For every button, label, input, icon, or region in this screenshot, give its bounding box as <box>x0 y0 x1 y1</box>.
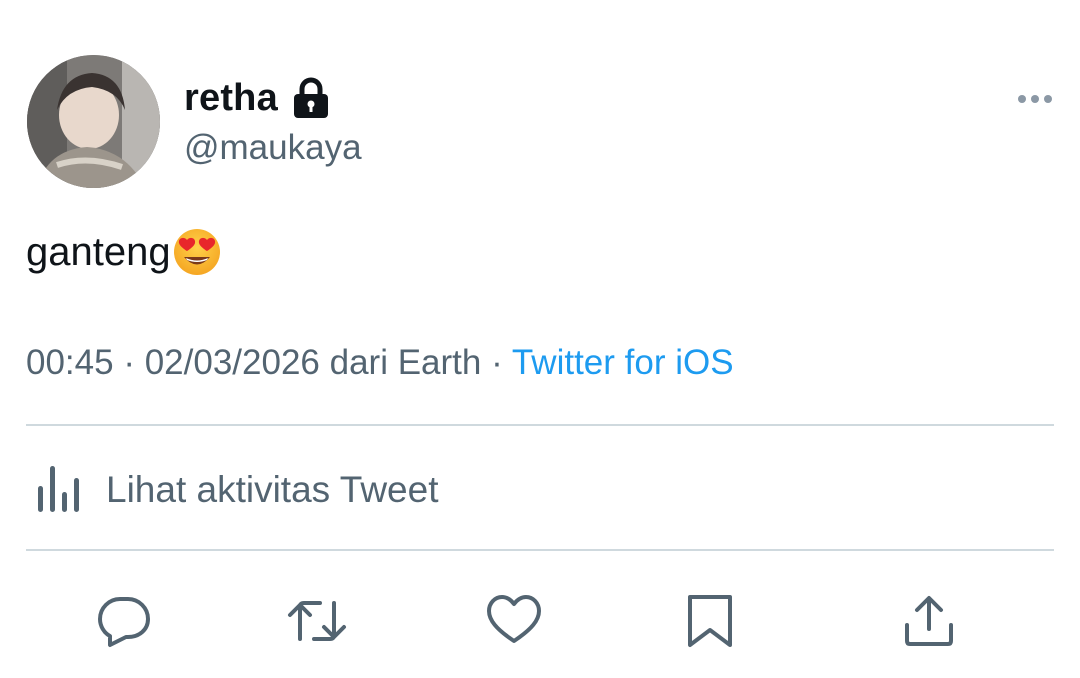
meta-separator: · <box>123 343 135 382</box>
retweet-button[interactable] <box>286 593 346 649</box>
heart-eyes-emoji-icon <box>172 227 222 277</box>
tweet-meta: 00:45 · 02/03/2026 dari Earth · Twitter … <box>26 342 734 384</box>
reply-icon <box>96 593 152 649</box>
activity-label: Lihat aktivitas Tweet <box>106 469 439 510</box>
tweet-text: ganteng <box>26 226 222 278</box>
tweet-date[interactable]: 02/03/2026 <box>145 343 320 382</box>
bookmark-icon <box>682 593 738 649</box>
view-tweet-activity-button[interactable]: Lihat aktivitas Tweet <box>34 462 439 518</box>
share-icon <box>901 593 957 649</box>
divider <box>26 424 1054 426</box>
more-options-icon[interactable] <box>1014 88 1058 110</box>
tweet-location: dari Earth <box>329 343 482 382</box>
retweet-icon <box>286 593 346 649</box>
reply-button[interactable] <box>96 593 152 649</box>
lock-icon <box>292 77 330 119</box>
display-name[interactable]: retha <box>184 76 278 120</box>
tweet-time[interactable]: 00:45 <box>26 343 114 382</box>
like-icon <box>486 593 542 649</box>
bookmark-button[interactable] <box>682 593 738 649</box>
author-name-row: retha <box>184 76 330 120</box>
share-button[interactable] <box>901 593 957 649</box>
meta-separator: · <box>491 343 503 382</box>
avatar-photo <box>27 55 160 188</box>
like-button[interactable] <box>486 593 542 649</box>
analytics-icon <box>34 462 86 518</box>
tweet-source-link[interactable]: Twitter for iOS <box>512 343 734 382</box>
avatar[interactable] <box>27 55 160 188</box>
divider <box>26 549 1054 551</box>
author-handle[interactable]: @maukaya <box>184 127 362 169</box>
tweet-text-content: ganteng <box>26 230 171 274</box>
